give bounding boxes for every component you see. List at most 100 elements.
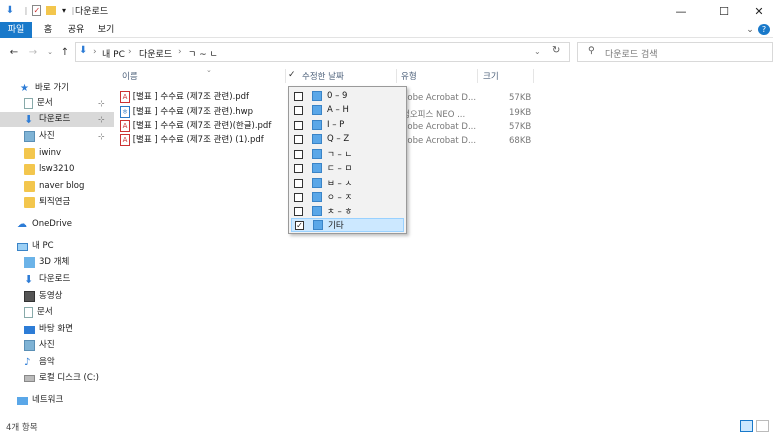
address-bar[interactable]: ⬇ › 내 PC › 다운로드 › ㄱ ~ ㄴ ⌄ ↻ [75,42,570,62]
checkbox-checked[interactable]: ✓ [295,220,304,230]
checkbox[interactable] [294,134,303,144]
properties-icon[interactable]: ✓ [30,4,42,17]
cube-icon [24,257,35,268]
file-row[interactable]: ㅎ [별표 ] 수수료 (제7조 관련).hwp [120,105,253,120]
filter-option[interactable]: 0 – 9 [291,89,404,103]
column-divider [285,69,286,83]
ribbon-expand-icon[interactable]: ⌄ [744,22,756,38]
filter-check-icon[interactable]: ✓ [288,70,296,80]
filter-option-label: ㅊ – ㅎ [327,207,353,217]
checkbox[interactable] [294,178,303,188]
star-icon: ★ [20,83,29,94]
checkbox[interactable] [294,105,303,115]
sidebar-item-pc-downloads[interactable]: ⬇ 다운로드 [24,272,70,287]
tab-share[interactable]: 공유 [62,22,90,38]
filter-option[interactable]: Q – Z [291,132,404,146]
checkbox[interactable] [294,120,303,130]
sidebar-item-pc-documents[interactable]: 문서 [24,305,53,320]
sidebar-item-desktop[interactable]: 바탕 화면 [24,322,73,337]
breadcrumb-this-pc[interactable]: 내 PC [102,47,125,60]
column-header-name[interactable]: 이름 [122,70,138,84]
navigation-pane: ★ 바로 가기 문서 ⊹ ⬇ 다운로드 ⊹ 사진 ⊹ iwinv lsw3210… [0,73,114,418]
sidebar-item-downloads[interactable]: ⬇ 다운로드 [0,112,114,127]
filter-option-label: ㄱ – ㄴ [327,150,353,160]
file-size: 57KB [509,122,532,132]
column-header-type[interactable]: 유형 [401,70,417,84]
maximize-button[interactable]: ☐ [704,0,744,22]
breadcrumb-separator: › [93,47,97,57]
file-row[interactable]: A [별표 ] 수수료 (제7조 관련)(한글).pdf [120,119,271,134]
help-icon[interactable]: ? [758,24,770,35]
disk-icon [24,375,35,382]
file-size: 57KB [509,93,532,103]
file-type: 컴오피스 NEO ... [402,110,466,120]
file-type: dobe Acrobat D... [402,122,477,132]
filter-option-selected[interactable]: ✓ 기타 [291,218,404,232]
file-row[interactable]: A [별표 ] 수수료 (제7조 관련) (1).pdf [120,133,264,148]
checkbox[interactable] [294,192,303,202]
tab-view[interactable]: 보기 [92,22,120,38]
details-view-icon[interactable] [740,420,753,432]
column-divider [396,69,397,83]
search-input[interactable]: ⚲ 다운로드 검색 [577,42,773,62]
close-button[interactable]: ✕ [739,0,773,22]
tab-file[interactable]: 파일 [0,22,32,38]
sidebar-item-local-disk[interactable]: 로컬 디스크 (C:) [24,371,99,386]
breadcrumb-current[interactable]: ㄱ ~ ㄴ [188,47,218,60]
sidebar-item-this-pc[interactable]: 내 PC [17,239,54,254]
filter-option[interactable]: ㅊ – ㅎ [291,204,404,218]
sidebar-item-label: 문서 [37,98,53,108]
column-header-size[interactable]: 크기 [483,70,499,84]
file-row[interactable]: A [별표 ] 수수료 (제7조 관련).pdf [120,90,249,105]
file-size: 19KB [509,108,532,118]
up-arrow-icon[interactable]: ↑ [58,45,72,59]
filter-option[interactable]: I – P [291,118,404,132]
new-folder-icon[interactable] [45,4,57,17]
sidebar-item-lsw3210[interactable]: lsw3210 [24,162,74,177]
filter-option-label: 0 – 9 [327,91,348,101]
large-icons-view-icon[interactable] [756,420,769,432]
sidebar-item-iwinv[interactable]: iwinv [24,146,61,161]
filter-option[interactable]: ㅂ – ㅅ [291,176,404,190]
sidebar-item-label: 네트워크 [32,395,64,405]
folder-icon [24,197,35,208]
sidebar-item-music[interactable]: ♪ 음악 [24,355,55,370]
sidebar-item-pictures[interactable]: 사진 [24,129,55,144]
sidebar-item-naver-blog[interactable]: naver blog [24,179,84,194]
filter-option[interactable]: A – H [291,103,404,117]
checkbox[interactable] [294,206,303,216]
checkbox[interactable] [294,149,303,159]
back-arrow-icon[interactable]: ← [7,45,21,59]
tab-home[interactable]: 홈 [36,22,60,38]
breadcrumb-downloads[interactable]: 다운로드 [139,47,172,60]
file-name: [별표 ] 수수료 (제7조 관련) (1).pdf [132,135,264,145]
sidebar-item-videos[interactable]: 동영상 [24,289,62,304]
pdf-icon: A [120,133,130,146]
sidebar-item-label: 3D 개체 [39,257,70,267]
sidebar-item-network[interactable]: 네트워크 [17,393,63,408]
filter-option[interactable]: ㄱ – ㄴ [291,147,404,161]
sidebar-item-onedrive[interactable]: ☁ OneDrive [17,217,72,232]
address-dropdown-icon[interactable]: ⌄ [534,47,541,56]
filter-option[interactable]: ㅇ – ㅈ [291,190,404,204]
sidebar-item-label: naver blog [39,181,85,191]
pdf-icon: A [120,90,130,103]
video-icon [24,291,35,302]
file-name: [별표 ] 수수료 (제7조 관련).hwp [132,107,254,117]
pin-icon: ⊹ [98,132,105,141]
forward-arrow-icon[interactable]: → [26,45,40,59]
sidebar-item-pc-pictures[interactable]: 사진 [24,338,55,353]
group-icon [312,163,322,173]
filter-option[interactable]: ㄷ – ㅁ [291,161,404,175]
checkbox[interactable] [294,91,303,101]
sidebar-item-retirement[interactable]: 퇴직연금 [24,195,70,210]
refresh-icon[interactable]: ↻ [552,45,560,56]
checkbox[interactable] [294,163,303,173]
sidebar-item-documents[interactable]: 문서 [24,96,53,111]
sidebar-item-3d-objects[interactable]: 3D 개체 [24,255,69,270]
column-header-date[interactable]: 수정한 날짜 [302,70,344,84]
minimize-button[interactable]: — [661,0,701,22]
search-placeholder: 다운로드 검색 [605,50,658,60]
recent-locations-icon[interactable]: ⌄ [43,45,57,59]
sidebar-item-quick-access[interactable]: ★ 바로 가기 [20,81,69,96]
